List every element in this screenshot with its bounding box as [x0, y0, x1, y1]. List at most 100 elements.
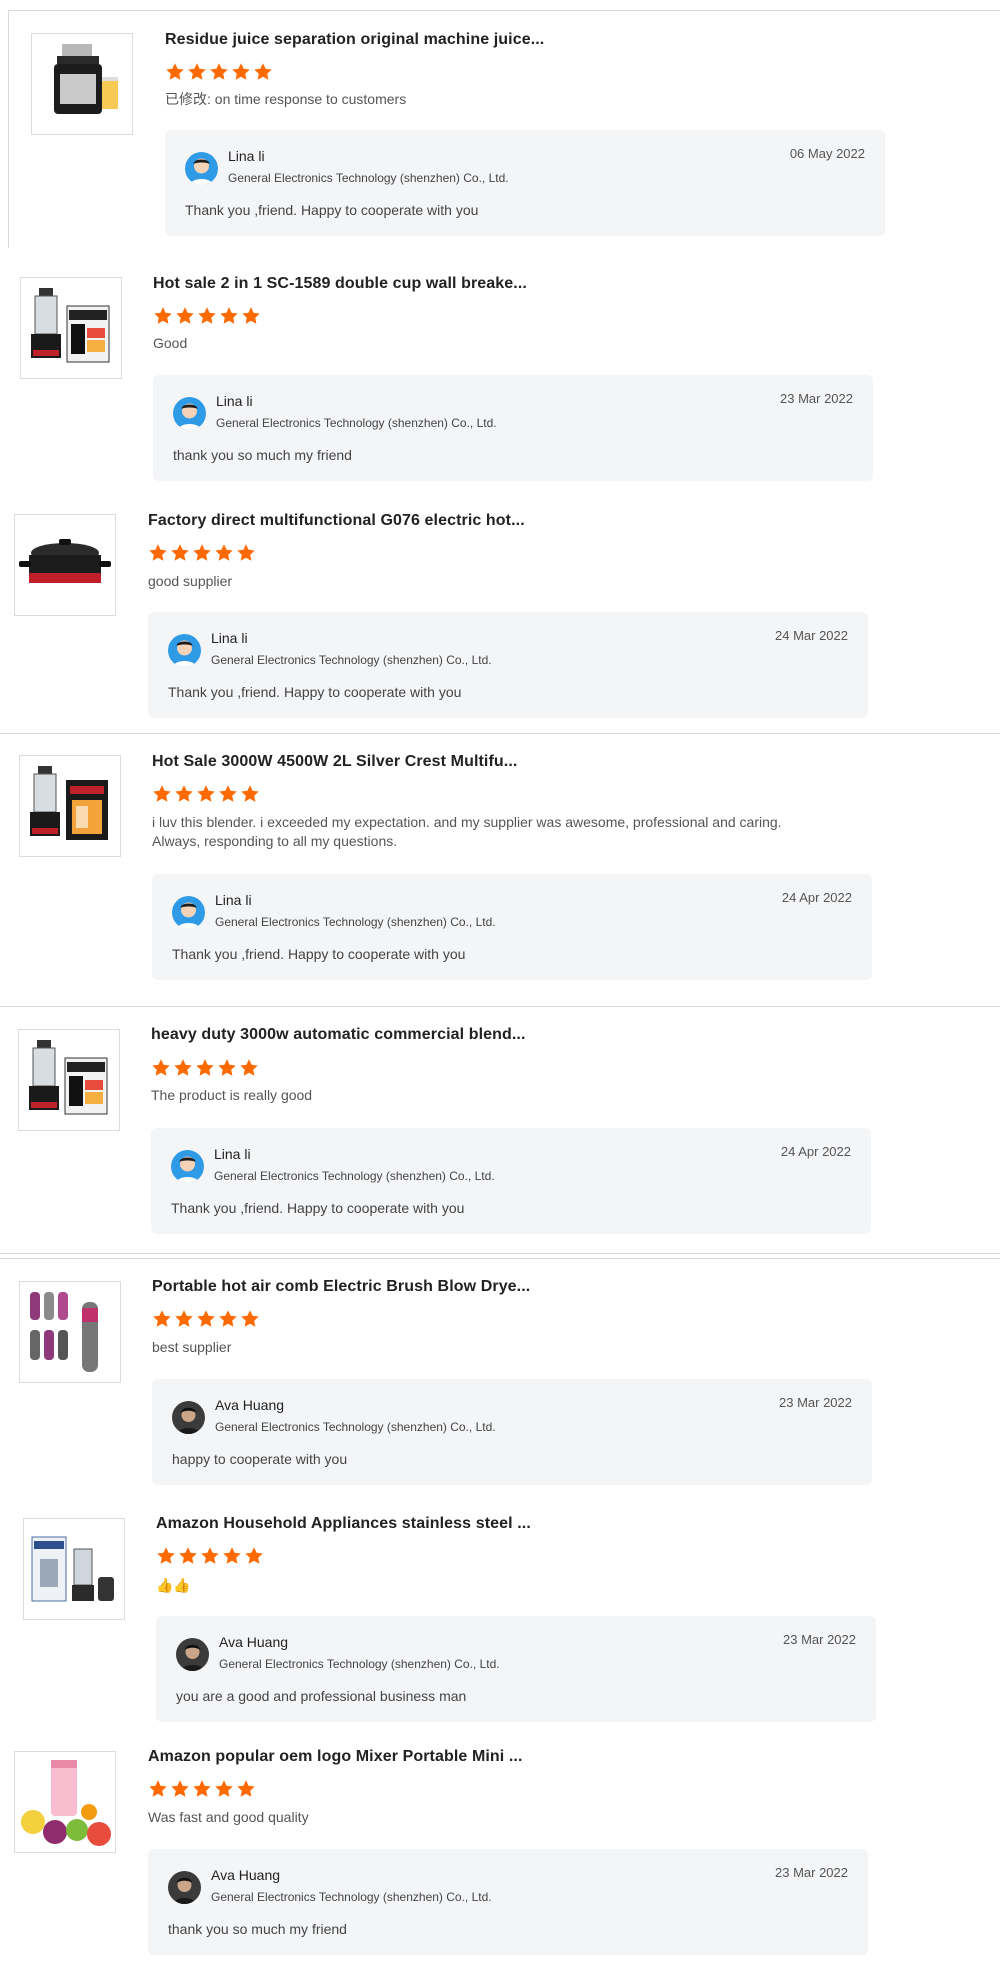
star-icon: [156, 1547, 178, 1570]
reply-text: Thank you ,friend. Happy to cooperate wi…: [172, 946, 466, 962]
product-title[interactable]: Factory direct multifunctional G076 elec…: [148, 512, 525, 530]
star-icon: [214, 1780, 236, 1803]
star-icon: [192, 544, 214, 567]
star-rating: [152, 1309, 262, 1329]
star-rating: [152, 784, 262, 804]
star-icon: [236, 544, 258, 567]
star-rating: [148, 1779, 258, 1799]
star-icon: [218, 1310, 240, 1333]
star-icon: [241, 307, 263, 330]
product-title[interactable]: Amazon popular oem logo Mixer Portable M…: [148, 1748, 523, 1766]
portable-blender-image: [15, 1752, 115, 1852]
reply-name: Lina li: [216, 393, 253, 409]
product-title[interactable]: Residue juice separation original machin…: [165, 31, 544, 49]
reply-company: General Electronics Technology (shenzhen…: [228, 171, 509, 185]
product-title[interactable]: heavy duty 3000w automatic commercial bl…: [151, 1026, 526, 1044]
user-avatar-icon: [172, 1401, 205, 1434]
star-icon: [178, 1547, 200, 1570]
blender-box-image: [20, 756, 120, 856]
star-icon: [217, 1059, 239, 1082]
product-thumbnail[interactable]: [19, 1281, 121, 1383]
reply-company: General Electronics Technology (shenzhen…: [211, 1890, 492, 1904]
blender-set-image: [24, 1519, 124, 1619]
star-icon: [151, 1059, 173, 1082]
product-thumbnail[interactable]: [20, 277, 122, 379]
review-comment: best supplier: [152, 1339, 232, 1355]
star-icon: [152, 785, 174, 808]
review-comment: Was fast and good quality: [148, 1809, 309, 1825]
divider: [8, 10, 9, 248]
reply-text: you are a good and professional business…: [176, 1688, 467, 1704]
star-icon: [209, 63, 231, 86]
star-rating: [153, 306, 263, 326]
reply-name: Ava Huang: [211, 1867, 281, 1883]
star-icon: [152, 1310, 174, 1333]
product-thumbnail[interactable]: [14, 1751, 116, 1853]
star-icon: [222, 1547, 244, 1570]
star-rating: [156, 1546, 266, 1566]
star-icon: [214, 544, 236, 567]
star-icon: [170, 544, 192, 567]
reply-date: 24 Apr 2022: [781, 890, 852, 905]
star-icon: [196, 1310, 218, 1333]
supplier-reply: Lina li General Electronics Technology (…: [148, 612, 868, 718]
product-thumbnail[interactable]: [14, 514, 116, 616]
supplier-reply: Ava Huang General Electronics Technology…: [156, 1616, 876, 1722]
product-title[interactable]: Hot Sale 3000W 4500W 2L Silver Crest Mul…: [152, 753, 517, 771]
review-comment: 已修改: on time response to customers: [165, 91, 407, 107]
reply-name: Ava Huang: [219, 1634, 289, 1650]
star-rating: [151, 1058, 261, 1078]
supplier-reply: Ava Huang General Electronics Technology…: [152, 1379, 872, 1485]
star-icon: [236, 1780, 258, 1803]
reply-name: Lina li: [214, 1146, 251, 1162]
star-icon: [175, 307, 197, 330]
star-icon: [196, 785, 218, 808]
product-thumbnail[interactable]: [19, 755, 121, 857]
user-avatar-icon: [171, 1150, 204, 1183]
supplier-reply: Ava Huang General Electronics Technology…: [148, 1849, 868, 1955]
product-title[interactable]: Amazon Household Appliances stainless st…: [156, 1515, 531, 1533]
reply-company: General Electronics Technology (shenzhen…: [211, 653, 492, 667]
supplier-reply: Lina li General Electronics Technology (…: [152, 874, 872, 980]
reply-text: Thank you ,friend. Happy to cooperate wi…: [171, 1200, 465, 1216]
reply-text: thank you so much my friend: [168, 1921, 347, 1937]
star-icon: [253, 63, 275, 86]
divider: [0, 1006, 1000, 1007]
user-avatar-icon: [168, 634, 201, 667]
divider: [0, 1258, 1000, 1259]
user-avatar-icon: [185, 152, 218, 185]
star-icon: [153, 307, 175, 330]
reply-date: 24 Apr 2022: [780, 1144, 851, 1159]
supplier-reply: Lina li General Electronics Technology (…: [165, 130, 885, 236]
blender-box-image: [19, 1030, 119, 1130]
reply-name: Ava Huang: [215, 1397, 285, 1413]
reply-text: Thank you ,friend. Happy to cooperate wi…: [185, 202, 479, 218]
user-avatar-icon: [176, 1638, 209, 1671]
reply-text: Thank you ,friend. Happy to cooperate wi…: [168, 684, 462, 700]
divider: [8, 10, 1000, 11]
star-icon: [148, 1780, 170, 1803]
reply-date: 23 Mar 2022: [779, 1395, 852, 1410]
star-icon: [173, 1059, 195, 1082]
reply-company: General Electronics Technology (shenzhen…: [219, 1657, 500, 1671]
reply-date: 24 Mar 2022: [775, 628, 848, 643]
reply-company: General Electronics Technology (shenzhen…: [216, 416, 497, 430]
supplier-reply: Lina li General Electronics Technology (…: [153, 375, 873, 481]
hair-dryer-set-image: [20, 1282, 120, 1382]
divider: [0, 733, 1000, 734]
product-title[interactable]: Portable hot air comb Electric Brush Blo…: [152, 1278, 530, 1296]
product-thumbnail[interactable]: [31, 33, 133, 135]
reply-text: happy to cooperate with you: [172, 1451, 348, 1467]
product-thumbnail[interactable]: [18, 1029, 120, 1131]
star-icon: [174, 1310, 196, 1333]
review-comment: 👍👍: [156, 1577, 191, 1593]
review-comment: good supplier: [148, 573, 233, 589]
star-icon: [200, 1547, 222, 1570]
star-icon: [165, 63, 187, 86]
product-title[interactable]: Hot sale 2 in 1 SC-1589 double cup wall …: [153, 275, 527, 293]
star-icon: [244, 1547, 266, 1570]
reply-date: 23 Mar 2022: [780, 391, 853, 406]
star-icon: [148, 544, 170, 567]
star-icon: [174, 785, 196, 808]
product-thumbnail[interactable]: [23, 1518, 125, 1620]
